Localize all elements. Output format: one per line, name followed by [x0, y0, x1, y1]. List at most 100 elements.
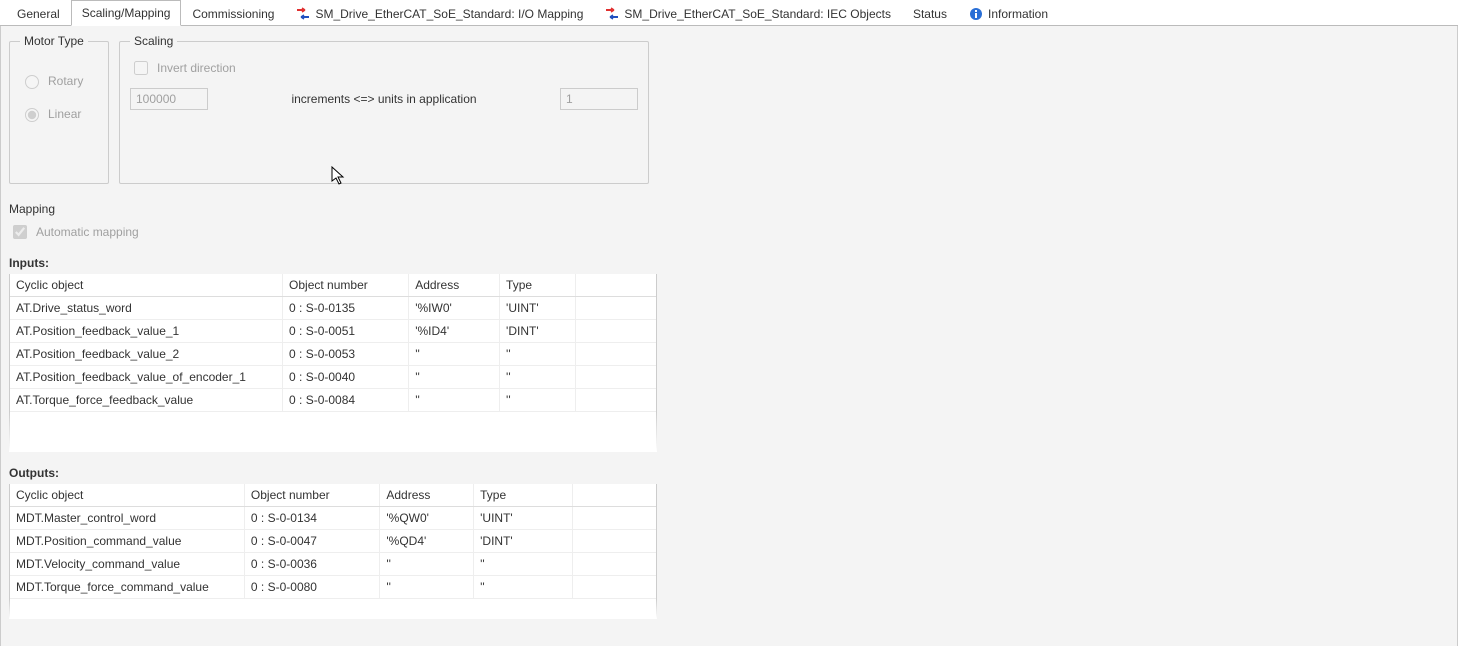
inputs-table-wrap: Cyclic object Object number Address Type… [9, 274, 657, 452]
cell-type: '' [474, 553, 573, 576]
cell-blank [573, 507, 656, 530]
mapping-icon [296, 7, 310, 21]
cell-type: '' [474, 576, 573, 599]
tab-status[interactable]: Status [902, 2, 958, 25]
scaling-legend: Scaling [130, 34, 177, 48]
tab-io-mapping-label: SM_Drive_EtherCAT_SoE_Standard: I/O Mapp… [315, 7, 583, 21]
cell-obj_num: 0 : S-0-0036 [244, 553, 379, 576]
cell-blank [573, 530, 656, 553]
cell-type: 'DINT' [474, 530, 573, 553]
motor-type-rotary-label: Rotary [48, 74, 83, 88]
cell-obj_num: 0 : S-0-0080 [244, 576, 379, 599]
automatic-mapping-label: Automatic mapping [36, 225, 139, 239]
cell-blank [573, 553, 656, 576]
tab-strip: General Scaling/Mapping Commissioning SM… [0, 0, 1458, 26]
outputs-table: Cyclic object Object number Address Type… [10, 484, 656, 599]
tab-information[interactable]: Information [958, 2, 1059, 25]
invert-direction-row[interactable]: Invert direction [130, 58, 638, 78]
cell-blank [573, 576, 656, 599]
tab-commissioning-label: Commissioning [192, 7, 274, 21]
scaling-panel: Scaling Invert direction increments <=> … [119, 34, 649, 184]
col-blank [575, 274, 656, 297]
table-row[interactable]: AT.Torque_force_feedback_value0 : S-0-00… [10, 389, 656, 412]
tab-general[interactable]: General [6, 2, 71, 25]
info-icon [969, 7, 983, 21]
tab-scaling-label: Scaling/Mapping [82, 6, 171, 20]
inputs-label: Inputs: [9, 256, 1449, 270]
cell-cyclic: MDT.Position_command_value [10, 530, 244, 553]
cell-blank [575, 366, 656, 389]
table-row[interactable]: AT.Drive_status_word0 : S-0-0135'%IW0''U… [10, 297, 656, 320]
cell-type: '' [500, 366, 576, 389]
cell-obj_num: 0 : S-0-0047 [244, 530, 379, 553]
invert-direction-checkbox[interactable] [134, 61, 148, 75]
cell-address: '' [409, 343, 500, 366]
motor-type-legend: Motor Type [20, 34, 88, 48]
cell-blank [575, 389, 656, 412]
tab-status-label: Status [913, 7, 947, 21]
cell-obj_num: 0 : S-0-0040 [283, 366, 409, 389]
col-cyclic: Cyclic object [10, 484, 244, 507]
motor-type-linear-label: Linear [48, 107, 81, 121]
col-obj-num: Object number [244, 484, 379, 507]
col-obj-num: Object number [283, 274, 409, 297]
cell-obj_num: 0 : S-0-0134 [244, 507, 379, 530]
cell-cyclic: AT.Position_feedback_value_2 [10, 343, 283, 366]
automatic-mapping-checkbox[interactable] [13, 225, 27, 239]
table-row[interactable]: MDT.Master_control_word0 : S-0-0134'%QW0… [10, 507, 656, 530]
cell-cyclic: MDT.Velocity_command_value [10, 553, 244, 576]
invert-direction-label: Invert direction [157, 61, 236, 75]
table-row[interactable]: AT.Position_feedback_value_of_encoder_10… [10, 366, 656, 389]
motor-type-linear-radio[interactable] [25, 108, 39, 122]
increments-eq-label: increments <=> units in application [228, 92, 540, 106]
mapping-icon [605, 7, 619, 21]
cell-obj_num: 0 : S-0-0053 [283, 343, 409, 366]
cell-blank [575, 343, 656, 366]
mapping-legend: Mapping [9, 202, 1449, 216]
tab-general-label: General [17, 7, 60, 21]
table-row[interactable]: MDT.Torque_force_command_value0 : S-0-00… [10, 576, 656, 599]
outputs-label: Outputs: [9, 466, 1449, 480]
cell-address: '%QD4' [380, 530, 474, 553]
table-row[interactable]: AT.Position_feedback_value_20 : S-0-0053… [10, 343, 656, 366]
cell-cyclic: AT.Position_feedback_value_of_encoder_1 [10, 366, 283, 389]
mapping-section: Mapping Automatic mapping Inputs: Cyclic… [9, 202, 1449, 619]
col-type: Type [500, 274, 576, 297]
tab-iec-objects[interactable]: SM_Drive_EtherCAT_SoE_Standard: IEC Obje… [594, 2, 902, 25]
automatic-mapping-row[interactable]: Automatic mapping [9, 222, 1449, 242]
col-address: Address [409, 274, 500, 297]
tab-scaling-mapping[interactable]: Scaling/Mapping [71, 0, 182, 26]
cell-blank [575, 320, 656, 343]
cell-address: '%QW0' [380, 507, 474, 530]
col-type: Type [474, 484, 573, 507]
cell-obj_num: 0 : S-0-0084 [283, 389, 409, 412]
col-address: Address [380, 484, 474, 507]
motor-type-rotary-radio[interactable] [25, 75, 39, 89]
col-cyclic: Cyclic object [10, 274, 283, 297]
tab-information-label: Information [988, 7, 1048, 21]
tab-commissioning[interactable]: Commissioning [181, 2, 285, 25]
motor-type-rotary[interactable]: Rotary [20, 72, 98, 89]
tab-iec-objects-label: SM_Drive_EtherCAT_SoE_Standard: IEC Obje… [624, 7, 891, 21]
outputs-table-wrap: Cyclic object Object number Address Type… [9, 484, 657, 619]
table-row[interactable]: MDT.Position_command_value0 : S-0-0047'%… [10, 530, 656, 553]
cell-cyclic: MDT.Torque_force_command_value [10, 576, 244, 599]
cell-address: '' [380, 576, 474, 599]
cell-type: '' [500, 343, 576, 366]
inputs-table: Cyclic object Object number Address Type… [10, 274, 656, 412]
units-input[interactable] [560, 88, 638, 110]
table-row[interactable]: AT.Position_feedback_value_10 : S-0-0051… [10, 320, 656, 343]
cell-address: '%IW0' [409, 297, 500, 320]
cell-blank [575, 297, 656, 320]
cell-address: '' [409, 366, 500, 389]
cell-type: 'UINT' [474, 507, 573, 530]
cell-obj_num: 0 : S-0-0051 [283, 320, 409, 343]
increments-input[interactable] [130, 88, 208, 110]
table-row[interactable]: MDT.Velocity_command_value0 : S-0-0036''… [10, 553, 656, 576]
tab-content: Motor Type Rotary Linear Scaling Invert … [0, 26, 1458, 646]
cell-address: '' [380, 553, 474, 576]
tab-io-mapping[interactable]: SM_Drive_EtherCAT_SoE_Standard: I/O Mapp… [285, 2, 594, 25]
motor-type-linear[interactable]: Linear [20, 105, 98, 122]
cell-address: '' [409, 389, 500, 412]
cell-type: '' [500, 389, 576, 412]
